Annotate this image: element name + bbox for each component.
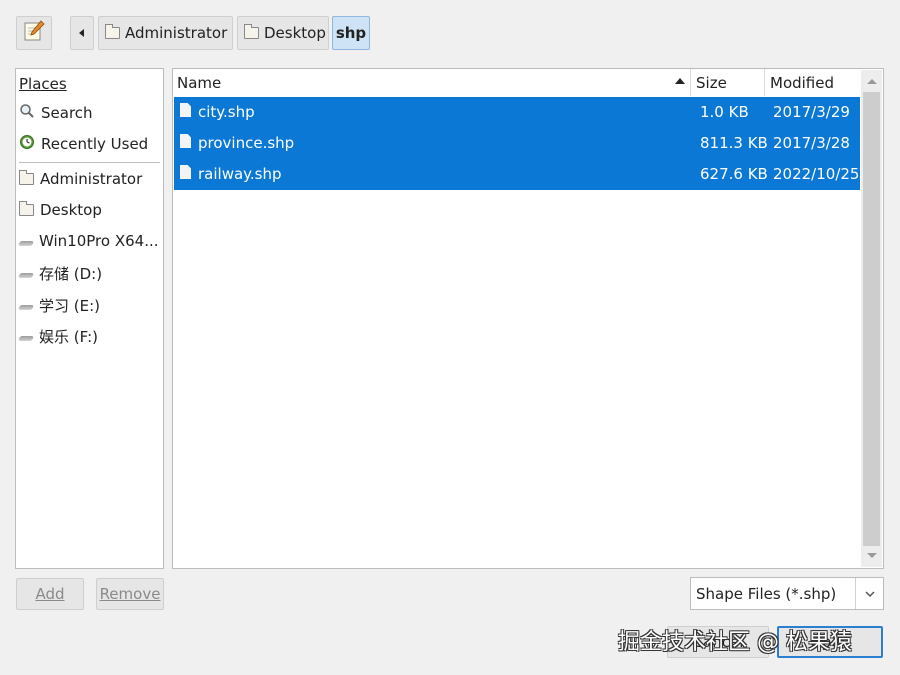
- column-header-name[interactable]: Name: [173, 69, 691, 96]
- file-size: 1.0 KB: [700, 103, 749, 121]
- file-type-filter-select[interactable]: Shape Files (*.shp): [690, 577, 884, 610]
- breadcrumb-administrator[interactable]: Administrator: [98, 16, 233, 50]
- remove-button-label: Remove: [99, 585, 161, 603]
- column-header-label: Name: [177, 73, 222, 92]
- pencil-notepad-icon: [22, 19, 46, 47]
- place-label: Search: [41, 104, 93, 122]
- clock-icon: [19, 134, 35, 154]
- place-administrator[interactable]: Administrator: [19, 170, 142, 188]
- drive-icon: [17, 305, 35, 310]
- column-header-modified[interactable]: Modified: [766, 69, 860, 96]
- file-modified: 2022/10/25: [773, 165, 860, 183]
- scroll-down-arrow-icon[interactable]: [867, 553, 877, 558]
- place-drive-f[interactable]: 娱乐 (F:): [17, 326, 98, 347]
- file-icon: [180, 134, 191, 148]
- place-desktop[interactable]: Desktop: [19, 201, 102, 219]
- file-row[interactable]: city.shp 1.0 KB 2017/3/29: [174, 97, 860, 128]
- file-icon: [180, 103, 191, 117]
- places-header: Places: [19, 75, 67, 93]
- place-label: Recently Used: [41, 135, 149, 153]
- file-name: province.shp: [198, 134, 295, 152]
- magnifier-icon: [19, 103, 35, 123]
- add-button-label: Add: [35, 585, 65, 603]
- file-icon: [180, 165, 191, 179]
- file-name: city.shp: [198, 103, 255, 121]
- place-label: Administrator: [40, 170, 143, 188]
- breadcrumb-shp[interactable]: shp: [332, 16, 370, 50]
- scroll-thumb[interactable]: [863, 92, 880, 546]
- file-list: Name Size Modified city.shp 1.0 KB 2017/…: [172, 68, 884, 569]
- drive-icon: [17, 273, 35, 278]
- drive-icon: [17, 240, 35, 246]
- folder-icon: [244, 24, 259, 39]
- cancel-button-label: Cancel: [692, 633, 744, 651]
- cancel-button[interactable]: Cancel: [667, 626, 769, 658]
- file-size: 811.3 KB: [700, 134, 768, 152]
- file-row[interactable]: railway.shp 627.6 KB 2022/10/25: [174, 159, 860, 190]
- open-button[interactable]: Open: [777, 626, 883, 658]
- path-back-button[interactable]: [70, 16, 94, 50]
- place-drive-c[interactable]: Win10Pro X64...: [17, 232, 159, 250]
- open-button-label: Open: [809, 633, 851, 651]
- place-drive-e[interactable]: 学习 (E:): [17, 295, 101, 316]
- place-label: 存储 (D:): [39, 265, 103, 283]
- breadcrumb-label: shp: [335, 24, 367, 42]
- column-header-label: Modified: [770, 73, 835, 92]
- breadcrumb-label: Desktop: [264, 24, 326, 42]
- breadcrumb-label: Administrator: [125, 24, 228, 42]
- remove-bookmark-button[interactable]: Remove: [96, 578, 164, 610]
- sort-ascending-icon: [675, 78, 685, 84]
- file-modified: 2017/3/29: [773, 103, 850, 121]
- file-name: railway.shp: [198, 165, 282, 183]
- scroll-up-arrow-icon[interactable]: [867, 79, 877, 84]
- place-search[interactable]: Search: [19, 103, 93, 123]
- edit-location-button[interactable]: [16, 16, 52, 50]
- place-drive-d[interactable]: 存储 (D:): [17, 263, 103, 284]
- triangle-left-icon: [78, 24, 86, 42]
- file-row[interactable]: province.shp 811.3 KB 2017/3/28: [174, 128, 860, 159]
- column-header-size[interactable]: Size: [692, 69, 765, 96]
- file-size: 627.6 KB: [700, 165, 768, 183]
- drive-icon: [17, 336, 35, 341]
- folder-icon: [105, 24, 120, 39]
- place-label: 学习 (E:): [39, 297, 101, 315]
- chevron-down-icon[interactable]: [855, 578, 883, 609]
- folder-icon: [19, 201, 34, 216]
- vertical-scrollbar[interactable]: [861, 70, 882, 567]
- file-modified: 2017/3/28: [773, 134, 850, 152]
- place-recently-used[interactable]: Recently Used: [19, 134, 148, 154]
- places-panel: Places Search Recently Used Administrato…: [15, 68, 164, 569]
- folder-icon: [19, 170, 34, 185]
- place-label: 娱乐 (F:): [39, 328, 98, 346]
- filter-value: Shape Files (*.shp): [696, 585, 837, 603]
- place-label: Desktop: [40, 201, 102, 219]
- place-label: Win10Pro X64...: [39, 232, 159, 250]
- places-separator: [19, 162, 160, 163]
- breadcrumb-desktop[interactable]: Desktop: [237, 16, 329, 50]
- column-header-label: Size: [696, 73, 727, 92]
- add-bookmark-button[interactable]: Add: [16, 578, 84, 610]
